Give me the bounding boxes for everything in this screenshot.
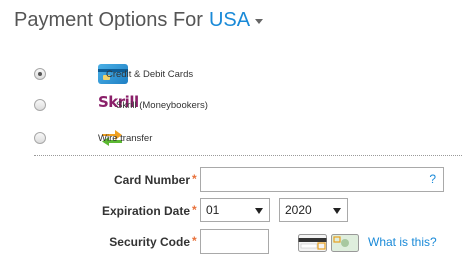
option-label-skrill: Skrill (Moneybookers) (116, 100, 208, 111)
payment-options-panel: Payment Options For USA Credit & Debit C… (0, 0, 466, 261)
payment-option-wire[interactable]: Wire transfer (34, 126, 152, 150)
country-value: USA (208, 9, 251, 31)
title-text: Payment Options For (14, 9, 203, 31)
required-mark: * (192, 203, 197, 217)
option-label-wire: Wire transfer (98, 133, 153, 144)
expiration-row: Expiration Date * 01 2020 (0, 198, 466, 224)
page-title: Payment Options For USA (14, 9, 264, 32)
expiration-year-select[interactable]: 2020 (279, 198, 348, 222)
radio-wire[interactable] (34, 132, 46, 144)
card-number-input[interactable]: ? (200, 167, 444, 192)
security-code-input[interactable] (200, 229, 269, 254)
what-is-this-link[interactable]: What is this? (368, 235, 437, 249)
cvv-card-icon (298, 234, 359, 252)
month-value: 01 (206, 203, 220, 217)
payment-option-skrill[interactable]: Skrill Skrill (Moneybookers) (34, 93, 208, 117)
country-selector[interactable]: USA (208, 9, 264, 32)
expiration-label: Expiration Date (101, 204, 190, 218)
section-divider (34, 155, 462, 156)
card-number-help[interactable]: ? (429, 172, 436, 186)
card-number-row: Card Number * ? (0, 167, 466, 193)
option-label-card: Credit & Debit Cards (106, 69, 194, 80)
caret-down-icon (255, 19, 264, 24)
year-value: 2020 (285, 203, 312, 217)
card-number-label: Card Number (113, 173, 190, 187)
expiration-month-select[interactable]: 01 (200, 198, 270, 222)
payment-option-card[interactable]: Credit & Debit Cards (34, 62, 193, 86)
radio-skrill[interactable] (34, 99, 46, 111)
dropdown-arrow-icon (255, 208, 263, 214)
required-mark: * (192, 234, 197, 248)
security-code-label: Security Code (109, 235, 190, 249)
radio-card[interactable] (34, 68, 46, 80)
required-mark: * (192, 172, 197, 186)
security-code-row: Security Code * What is this? (0, 229, 466, 255)
dropdown-arrow-icon (333, 208, 341, 214)
